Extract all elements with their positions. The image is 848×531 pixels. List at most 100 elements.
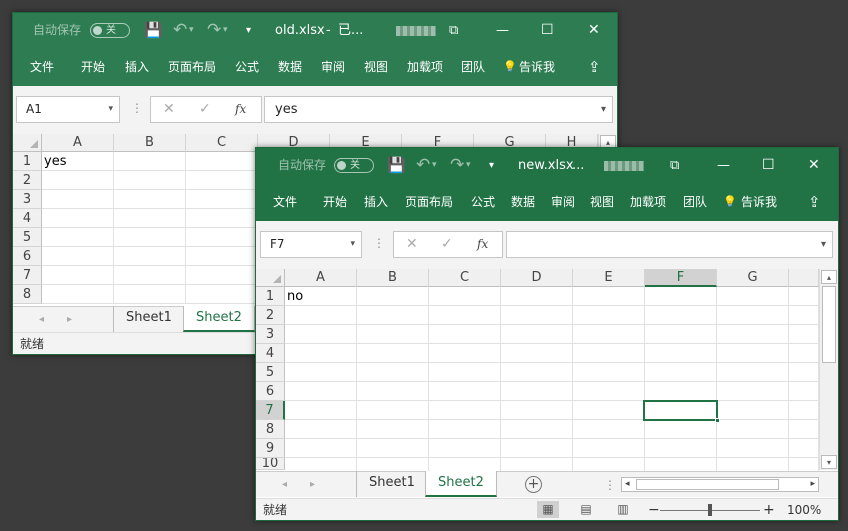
col-header[interactable] xyxy=(789,269,819,287)
grid-cell[interactable] xyxy=(573,306,645,325)
undo-dropdown-icon[interactable]: ▾ xyxy=(189,13,194,48)
next-sheet-icon[interactable]: ▸ xyxy=(67,307,72,333)
page-layout-view-icon[interactable]: ▤ xyxy=(575,501,597,518)
grid-cell[interactable] xyxy=(429,382,501,401)
zoom-level[interactable]: 100% xyxy=(787,499,821,520)
redo-dropdown-icon[interactable]: ▾ xyxy=(466,148,471,183)
undo-icon[interactable]: ↶ xyxy=(416,148,430,183)
grid-cell[interactable] xyxy=(114,228,186,247)
grid-cell[interactable] xyxy=(285,439,357,458)
fill-handle[interactable] xyxy=(715,418,720,423)
grid-cell[interactable] xyxy=(42,190,114,209)
row-header[interactable]: 7 xyxy=(13,266,42,285)
redo-icon[interactable]: ↷ xyxy=(450,148,464,183)
grid-cell[interactable] xyxy=(645,325,717,344)
col-header-selected[interactable]: F xyxy=(645,269,717,287)
scroll-right-icon[interactable]: ▸ xyxy=(810,478,815,491)
grid-cell[interactable] xyxy=(285,382,357,401)
grid-cell[interactable] xyxy=(789,325,819,344)
vertical-scrollbar[interactable]: ▴ ▾ xyxy=(819,269,838,470)
grid-cell[interactable] xyxy=(789,382,819,401)
tab-page-layout[interactable]: 页面布局 xyxy=(405,183,453,221)
col-header[interactable]: G xyxy=(717,269,789,287)
grid-cell[interactable] xyxy=(42,266,114,285)
grid-cell[interactable] xyxy=(114,190,186,209)
sheet-tab-sheet1[interactable]: Sheet1 xyxy=(356,471,427,497)
row-header[interactable]: 2 xyxy=(256,306,285,325)
grid-cell[interactable] xyxy=(114,285,186,304)
redo-icon[interactable]: ↷ xyxy=(207,13,221,48)
grid-cell[interactable] xyxy=(285,420,357,439)
tab-team[interactable]: 团队 xyxy=(683,183,707,221)
grid-cell[interactable] xyxy=(645,420,717,439)
grid-cell[interactable] xyxy=(357,325,429,344)
row-header[interactable]: 5 xyxy=(13,228,42,247)
h-scroll-thumb[interactable] xyxy=(636,479,779,490)
tell-me-search[interactable]: 告诉我 xyxy=(741,183,777,221)
share-icon[interactable]: ⇪ xyxy=(588,48,601,86)
grid-cell[interactable] xyxy=(42,285,114,304)
tab-formulas[interactable]: 公式 xyxy=(235,48,259,86)
grid-cell[interactable] xyxy=(285,306,357,325)
grid-cell[interactable] xyxy=(789,344,819,363)
grid-cell[interactable] xyxy=(429,344,501,363)
grid-cell[interactable] xyxy=(429,325,501,344)
sheet-tab-sheet1[interactable]: Sheet1 xyxy=(113,306,184,332)
row-header[interactable]: 3 xyxy=(256,325,285,344)
grid-cell[interactable] xyxy=(285,325,357,344)
sheet-tab-sheet2[interactable]: Sheet2 xyxy=(425,471,497,497)
grid-cell[interactable] xyxy=(357,420,429,439)
row-header[interactable]: 8 xyxy=(256,420,285,439)
grid-cell[interactable] xyxy=(429,363,501,382)
active-cell-f7[interactable] xyxy=(643,400,720,423)
tab-view[interactable]: 视图 xyxy=(590,183,614,221)
row-header[interactable]: 5 xyxy=(256,363,285,382)
name-box[interactable]: A1 ▾ xyxy=(16,96,120,123)
grid-cell[interactable] xyxy=(429,401,501,420)
grid-cell[interactable] xyxy=(573,439,645,458)
prev-sheet-icon[interactable]: ◂ xyxy=(39,307,44,333)
name-box[interactable]: F7 ▾ xyxy=(260,231,362,258)
tab-team[interactable]: 团队 xyxy=(461,48,485,86)
tab-page-layout[interactable]: 页面布局 xyxy=(168,48,216,86)
expand-formula-icon[interactable]: ▾ xyxy=(601,97,606,122)
grid-cell[interactable] xyxy=(501,325,573,344)
col-header[interactable]: B xyxy=(357,269,429,287)
minimize-button[interactable]: — xyxy=(496,13,509,48)
grid-cell[interactable] xyxy=(429,306,501,325)
col-header[interactable]: C xyxy=(429,269,501,287)
name-box-dropdown-icon[interactable]: ▾ xyxy=(108,97,113,122)
row-header[interactable]: 10 xyxy=(256,458,285,470)
save-icon[interactable]: 💾 xyxy=(387,148,406,183)
row-header[interactable]: 1 xyxy=(256,287,285,306)
grid-cell[interactable] xyxy=(285,401,357,420)
grid-cell[interactable] xyxy=(501,401,573,420)
maximize-button[interactable]: ☐ xyxy=(762,148,775,183)
grid-cell[interactable] xyxy=(114,209,186,228)
col-header[interactable]: E xyxy=(573,269,645,287)
select-all-corner[interactable] xyxy=(256,269,285,287)
row-header[interactable]: 9 xyxy=(256,439,285,458)
grid-cell[interactable] xyxy=(645,344,717,363)
col-header[interactable]: B xyxy=(114,134,186,152)
enter-icon[interactable]: ✓ xyxy=(441,232,453,257)
next-sheet-icon[interactable]: ▸ xyxy=(310,472,315,498)
zoom-slider-knob[interactable] xyxy=(708,504,712,516)
tab-data[interactable]: 数据 xyxy=(511,183,535,221)
enter-icon[interactable]: ✓ xyxy=(199,97,211,122)
grid-cell[interactable] xyxy=(573,382,645,401)
tab-formulas[interactable]: 公式 xyxy=(471,183,495,221)
cell-a1[interactable]: yes xyxy=(42,152,114,171)
grid-cell[interactable] xyxy=(645,439,717,458)
tab-data[interactable]: 数据 xyxy=(278,48,302,86)
grid-cell[interactable] xyxy=(429,420,501,439)
col-header[interactable]: C xyxy=(186,134,258,152)
grid-cell[interactable] xyxy=(789,439,819,458)
grid-cell[interactable] xyxy=(573,344,645,363)
prev-sheet-icon[interactable]: ◂ xyxy=(282,472,287,498)
grid-cell[interactable] xyxy=(285,363,357,382)
grid-cell[interactable] xyxy=(285,344,357,363)
autosave-toggle[interactable]: 关 xyxy=(90,23,130,38)
undo-dropdown-icon[interactable]: ▾ xyxy=(432,148,437,183)
grid-cell[interactable] xyxy=(357,306,429,325)
